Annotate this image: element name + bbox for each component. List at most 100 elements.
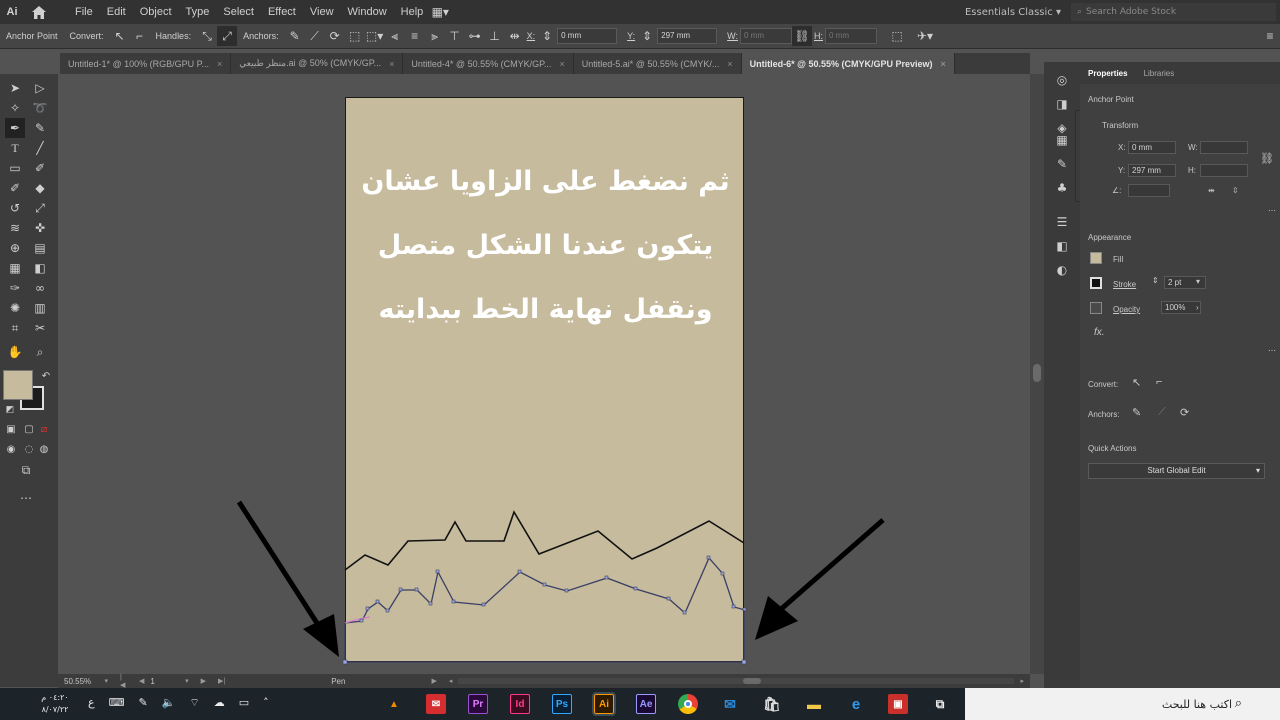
mesh-tool-icon[interactable]: ▦	[5, 258, 25, 278]
premiere-icon[interactable]: Pr	[468, 694, 488, 714]
tab-untitled-5[interactable]: Untitled-5.ai* @ 50.55% (CMYK/... ×	[574, 53, 742, 74]
align-top-icon[interactable]: ⊤	[445, 26, 465, 46]
stock-search-input[interactable]: ⌕ Search Adobe Stock	[1071, 3, 1276, 21]
keyboard-icon[interactable]: ⌨	[109, 696, 125, 710]
symbols-icon[interactable]: ♣	[1052, 178, 1072, 198]
prop-cut-path-icon[interactable]: ⟋	[1158, 406, 1166, 419]
warp-tool-icon[interactable]: ≋	[5, 218, 25, 238]
prev-artboard-icon[interactable]: ◀	[133, 677, 150, 685]
artboard-tool-icon[interactable]: ⌗	[5, 318, 25, 338]
align-bottom-icon[interactable]: ⊥	[485, 26, 505, 46]
tab-landscape[interactable]: منظر طبيعي.ai @ 50% (CMYK/GP... ×	[231, 53, 404, 74]
onedrive-icon[interactable]: ☁	[214, 696, 225, 710]
paintbrush-tool-icon[interactable]: ✐	[30, 158, 50, 178]
photoshop-icon[interactable]: Ps	[552, 694, 572, 714]
bottom-edge-path[interactable]	[342, 610, 747, 665]
prop-convert-smooth-icon[interactable]: ⌐	[1156, 376, 1162, 388]
x-field[interactable]: 0 mm	[557, 28, 618, 44]
panel-menu-icon[interactable]: ≡	[1260, 26, 1280, 46]
mail-app-icon[interactable]: ✉	[426, 694, 446, 714]
canvas-area[interactable]: ثم نضغط على الزاويا عشان يتكون عندنا الش…	[58, 74, 1030, 674]
home-icon[interactable]	[24, 5, 54, 19]
prop-h-field[interactable]	[1200, 164, 1248, 177]
first-artboard-icon[interactable]: |◀	[114, 674, 133, 689]
close-icon[interactable]: ×	[727, 59, 732, 69]
lasso-tool-icon[interactable]: ➰	[30, 98, 50, 118]
hand-tool-icon[interactable]: ✋	[5, 342, 25, 362]
chevron-down-icon[interactable]: ▾	[1256, 464, 1260, 478]
prop-connect-anchor-icon[interactable]: ⟳	[1180, 406, 1189, 419]
pen-tool-icon[interactable]: ✒	[5, 118, 25, 138]
transform-icon[interactable]: ⬚	[887, 26, 907, 46]
horizontal-scrollbar[interactable]	[458, 678, 1015, 684]
vlc-icon[interactable]: ▲	[384, 694, 404, 714]
shape-builder-tool-icon[interactable]: ⊕	[5, 238, 25, 258]
brushes-icon[interactable]: ✎	[1052, 154, 1072, 174]
y-field[interactable]: 297 mm	[657, 28, 718, 44]
zoom-field[interactable]: 50.55%	[58, 677, 99, 686]
gradient-tool-icon[interactable]: ◧	[30, 258, 50, 278]
stroke-color-swatch[interactable]	[1090, 277, 1102, 289]
after-effects-icon[interactable]: Ae	[636, 694, 656, 714]
battery-icon[interactable]: ▭	[239, 696, 249, 710]
tab-untitled-4[interactable]: Untitled-4* @ 50.55% (CMYK/GP... ×	[403, 53, 574, 74]
menu-effect[interactable]: Effect	[261, 6, 303, 18]
perspective-grid-tool-icon[interactable]: ▤	[30, 238, 50, 258]
inner-path[interactable]	[344, 555, 747, 624]
remove-anchor-icon[interactable]: ✎	[285, 26, 305, 46]
fill-swatch[interactable]	[3, 370, 33, 400]
curvature-tool-icon[interactable]: ✎	[30, 118, 50, 138]
start-global-edit-button[interactable]: Start Global Edit ▾	[1088, 463, 1265, 479]
volume-icon[interactable]: 🔈	[162, 696, 176, 710]
tab-untitled-6[interactable]: Untitled-6* @ 50.55% (CMYK/GPU Preview) ×	[741, 53, 955, 74]
draw-inside-icon[interactable]: ◍	[34, 439, 54, 459]
puppet-warp-icon[interactable]: ✈▾	[915, 26, 935, 46]
taskbar-search-input[interactable]: اكتب هنا للبحث	[965, 688, 1280, 720]
libraries-icon[interactable]: ▦	[1052, 130, 1072, 150]
close-icon[interactable]: ×	[389, 59, 394, 69]
tab-libraries[interactable]: Libraries	[1136, 69, 1183, 78]
x-stepper-icon[interactable]: ⇕	[537, 26, 557, 46]
stroke-panel-icon[interactable]: ☰	[1052, 212, 1072, 232]
tray-expand-icon[interactable]: ˄	[263, 696, 269, 710]
symbol-sprayer-tool-icon[interactable]: ✺	[5, 298, 25, 318]
menu-object[interactable]: Object	[133, 6, 179, 18]
opacity-field[interactable]: 100%	[1161, 301, 1201, 314]
y-stepper-icon[interactable]: ⇕	[637, 26, 657, 46]
screen-mode-icon[interactable]: ⧉	[16, 460, 36, 480]
rectangle-tool-icon[interactable]: ▭	[5, 158, 25, 178]
close-icon[interactable]: ×	[217, 59, 222, 69]
anchor-points[interactable]	[359, 555, 747, 623]
menu-window[interactable]: Window	[341, 6, 394, 18]
wifi-icon[interactable]: ⌔	[189, 696, 199, 710]
pen-icon[interactable]: ✎	[138, 696, 147, 710]
prop-y-field[interactable]: 297 mm	[1128, 164, 1176, 177]
align-left-icon[interactable]: ⫷	[385, 26, 405, 46]
fx-button[interactable]: fx.	[1094, 327, 1105, 338]
cut-path-icon[interactable]: ⟋	[305, 26, 325, 46]
align-middle-icon[interactable]: ⊶	[465, 26, 485, 46]
chrome-icon[interactable]	[678, 694, 698, 714]
prop-convert-corner-icon[interactable]: ↖	[1132, 376, 1141, 389]
illustrator-icon[interactable]: Ai	[592, 692, 616, 716]
next-artboard-icon[interactable]: ▶	[195, 677, 212, 685]
last-artboard-icon[interactable]: ▶|	[212, 677, 231, 685]
prop-remove-anchor-icon[interactable]: ✎	[1132, 406, 1141, 419]
edge-icon[interactable]: e	[846, 694, 866, 714]
convert-corner-icon[interactable]: ↖	[110, 26, 130, 46]
hide-handles-icon[interactable]: ⤢	[217, 26, 238, 46]
direct-selection-tool-icon[interactable]: ▷	[30, 78, 50, 98]
prop-x-field[interactable]: 0 mm	[1128, 141, 1176, 154]
language-indicator[interactable]: ع	[88, 696, 95, 710]
zoom-dropdown-icon[interactable]: ▾	[99, 677, 115, 685]
image-trace-icon[interactable]: ◨	[1052, 94, 1072, 114]
flip-vertical-icon[interactable]: ⇳	[1232, 186, 1239, 195]
menu-view[interactable]: View	[303, 6, 341, 18]
selection-tool-icon[interactable]: ➤	[5, 78, 25, 98]
stroke-stepper-icon[interactable]: ⇕	[1152, 276, 1159, 285]
none-mode-icon[interactable]: ⧄	[34, 419, 54, 439]
store-icon[interactable]: 🛍	[762, 694, 782, 714]
menu-type[interactable]: Type	[179, 6, 217, 18]
indesign-icon[interactable]: Id	[510, 694, 530, 714]
align-center-icon[interactable]: ≡	[405, 26, 425, 46]
